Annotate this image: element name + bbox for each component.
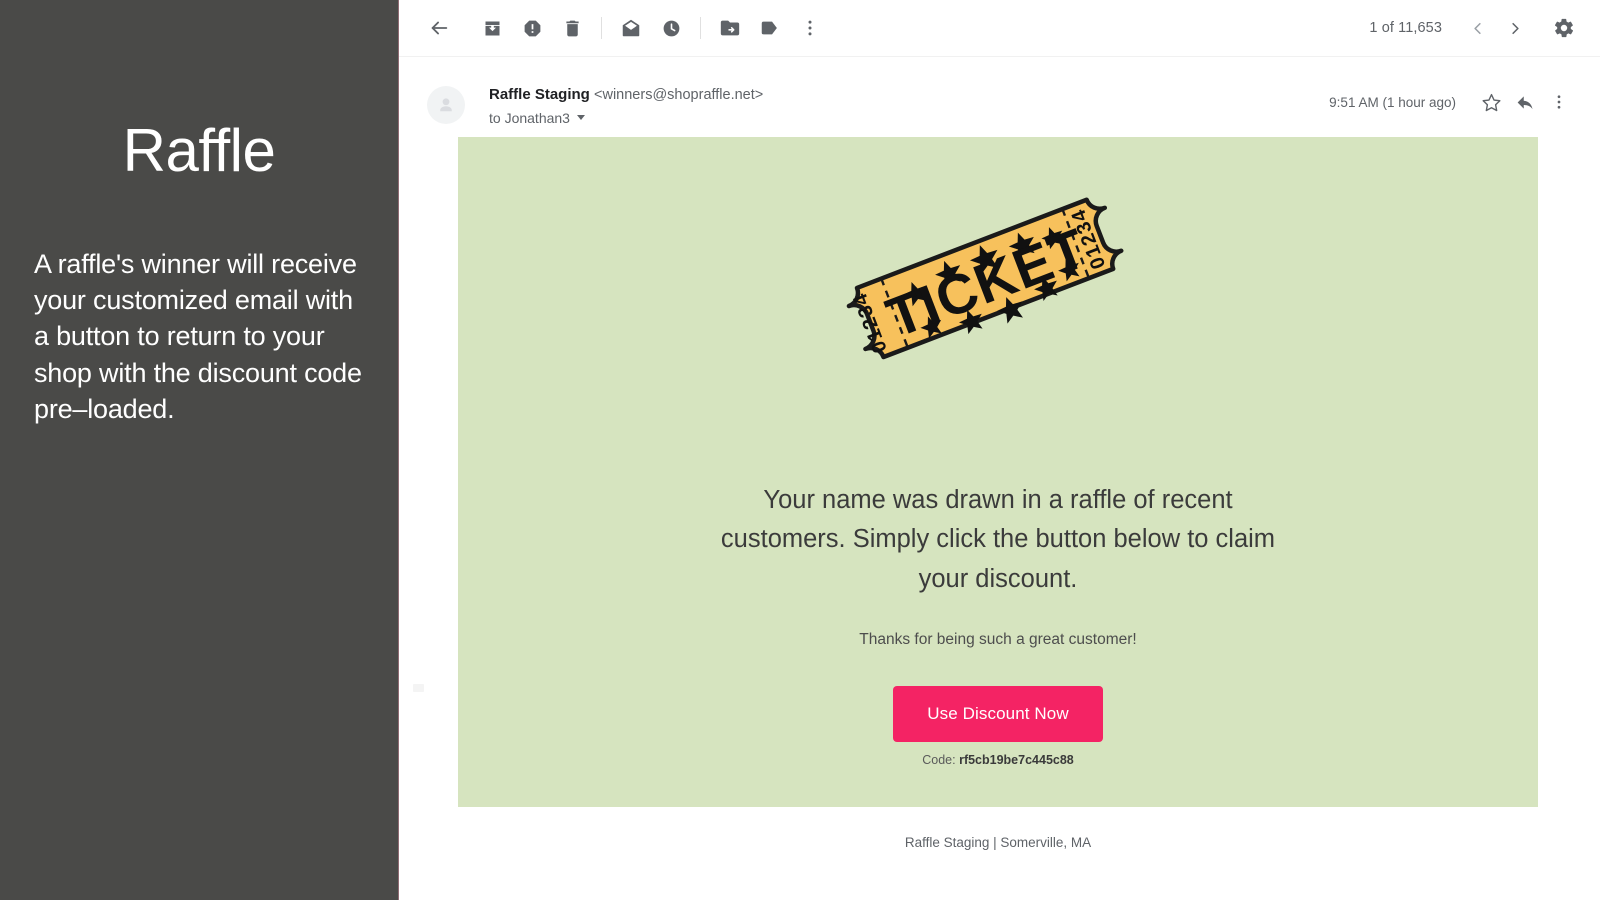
ticket-illustration: 01234 01234 TICKET — [833, 187, 1163, 437]
archive-button[interactable] — [472, 8, 512, 48]
message-actions: 9:51 AM (1 hour ago) — [1329, 83, 1580, 119]
toolbar-divider-1 — [601, 17, 602, 39]
gear-icon — [1554, 18, 1574, 38]
discount-code-value: rf5cb19be7c445c88 — [959, 753, 1074, 768]
sender-line: Raffle Staging <winners@shopraffle.net> — [489, 85, 1329, 105]
use-discount-button[interactable]: Use Discount Now — [893, 686, 1103, 743]
sender-email: <winners@shopraffle.net> — [594, 87, 764, 103]
mail-unread-icon — [622, 19, 640, 37]
reply-button[interactable] — [1508, 85, 1542, 119]
trash-icon — [565, 20, 579, 36]
toolbar-divider-2 — [700, 17, 701, 39]
sender-info: Raffle Staging <winners@shopraffle.net> … — [489, 83, 1329, 126]
raffle-ticket-icon: 01234 01234 TICKET — [846, 197, 1124, 360]
chevron-right-icon — [1511, 22, 1519, 34]
page-title: Raffle — [122, 117, 276, 184]
email-client-window: Raffle A raffle's winner will receive yo… — [0, 0, 1600, 900]
settings-button[interactable] — [1544, 8, 1584, 48]
report-spam-icon — [524, 20, 540, 36]
archive-icon — [485, 21, 499, 35]
feature-description-text: A raffle's winner will receive your cust… — [34, 249, 362, 424]
label-tag-icon — [761, 21, 777, 35]
labels-button[interactable] — [750, 8, 790, 48]
message-body: 01234 01234 TICKET Your name was drawn i… — [399, 126, 1600, 900]
folder-move-icon — [720, 20, 740, 36]
discount-code-prefix: Code: — [922, 753, 956, 768]
clock-icon — [663, 20, 679, 36]
kebab-menu-icon — [1557, 95, 1561, 109]
chevron-down-icon — [576, 115, 585, 121]
star-icon — [1481, 93, 1501, 111]
email-thanks-note: Thanks for being such a great customer! — [859, 631, 1137, 649]
kebab-menu-icon — [808, 20, 812, 36]
email-headline: Your name was drawn in a raffle of recen… — [720, 485, 1276, 593]
move-to-button[interactable] — [710, 8, 750, 48]
back-button[interactable] — [419, 8, 459, 48]
chevron-left-icon — [1473, 22, 1481, 34]
message-pane: 1 of 11,653 Raffle Staging <winners@shop… — [399, 0, 1600, 900]
person-icon — [440, 98, 452, 112]
message-timestamp: 9:51 AM (1 hour ago) — [1329, 94, 1456, 110]
message-header: Raffle Staging <winners@shopraffle.net> … — [399, 57, 1600, 126]
more-options-button[interactable] — [790, 8, 830, 48]
avatar — [427, 86, 465, 124]
delete-button[interactable] — [552, 8, 592, 48]
email-content-card: 01234 01234 TICKET Your name was drawn i… — [458, 136, 1538, 808]
back-arrow-icon — [431, 21, 448, 35]
previous-message-button[interactable] — [1458, 9, 1496, 47]
next-message-button[interactable] — [1496, 9, 1534, 47]
recipient-dropdown[interactable]: to Jonathan3 — [489, 110, 585, 126]
message-more-button[interactable] — [1542, 85, 1576, 119]
mark-unread-button[interactable] — [611, 8, 651, 48]
sender-name: Raffle Staging — [489, 86, 590, 103]
feature-description-sidebar: Raffle A raffle's winner will receive yo… — [0, 0, 399, 900]
report-spam-button[interactable] — [512, 8, 552, 48]
discount-code-line: Code: rf5cb19be7c445c88 — [922, 753, 1074, 767]
message-toolbar: 1 of 11,653 — [399, 0, 1600, 57]
reply-arrow-icon — [1517, 95, 1532, 109]
email-footer: Raffle Staging | Somerville, MA — [904, 835, 1092, 851]
message-counter: 1 of 11,653 — [1369, 20, 1442, 36]
star-button[interactable] — [1474, 85, 1508, 119]
snooze-button[interactable] — [651, 8, 691, 48]
recipient-label: to Jonathan3 — [489, 109, 570, 126]
collapse-handle[interactable] — [413, 683, 424, 692]
